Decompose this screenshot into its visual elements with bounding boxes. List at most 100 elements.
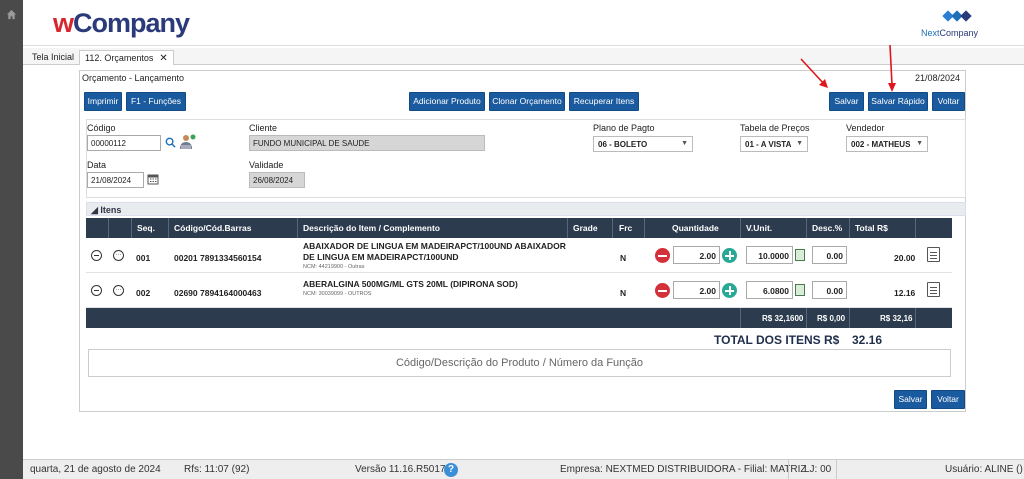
status-rfs: Rfs: 11:07 (92): [184, 464, 250, 475]
client-user-icon[interactable]: [178, 133, 196, 151]
imprimir-button[interactable]: Imprimir: [84, 92, 122, 111]
quantity-input[interactable]: 2.00: [673, 281, 720, 299]
app-header: wCompany NextCompany: [23, 0, 1024, 46]
tab-tela-inicial[interactable]: Tela Inicial: [27, 50, 79, 65]
tab-bar: Tela Inicial 112. Orçamentos ✕: [23, 48, 1024, 65]
home-icon[interactable]: [6, 9, 17, 20]
row-seq: 001: [136, 253, 151, 263]
desc-pct-input[interactable]: 0.00: [812, 246, 847, 264]
decrease-qty-button[interactable]: [655, 248, 670, 263]
help-icon[interactable]: ?: [444, 463, 458, 477]
vendedor-label: Vendedor: [846, 123, 885, 133]
col-grade: Grade: [573, 223, 598, 233]
totals-desc: R$ 0,00: [817, 314, 846, 323]
calculator-icon[interactable]: [795, 284, 805, 296]
adicionar-produto-button[interactable]: Adicionar Produto: [409, 92, 485, 111]
row-total: 20.00: [894, 253, 916, 263]
vunit-input[interactable]: 10.0000: [746, 246, 793, 264]
row-codigo: 00201 7891334560154: [174, 253, 262, 263]
increase-qty-button[interactable]: [722, 248, 737, 263]
clonar-orcamento-button[interactable]: Clonar Orçamento: [489, 92, 565, 111]
codigo-input[interactable]: 00000112: [87, 135, 161, 151]
row-ncm: NCM: 30039099 - OUTROS: [303, 291, 372, 297]
status-versao: Versão 11.16.R5017: [355, 464, 446, 475]
col-frc: Frc: [619, 223, 633, 233]
desc-pct-input[interactable]: 0.00: [812, 281, 847, 299]
row-frc: N: [620, 253, 627, 263]
grid-header: Seq. Código/Cód.Barras Descrição do Item…: [86, 218, 952, 238]
salvar-bottom-button[interactable]: Salvar: [894, 390, 927, 409]
tabela-precos-select[interactable]: 01 - A VISTA ▼: [740, 136, 808, 152]
vunit-input[interactable]: 6.0800: [746, 281, 793, 299]
col-desc-pct: Desc.%: [812, 223, 843, 233]
salvar-rapido-button[interactable]: Salvar Rápido: [868, 92, 928, 111]
salvar-button[interactable]: Salvar: [829, 92, 864, 111]
validade-input[interactable]: 26/08/2024: [249, 172, 305, 188]
totals-total: R$ 32,16: [880, 314, 913, 323]
status-usuario: Usuário: ALINE (): [945, 464, 1023, 475]
table-row[interactable]: ··· 002 02690 7894164000463 ABERALGINA 5…: [86, 274, 952, 308]
left-sidebar: [0, 0, 23, 479]
row-codigo: 02690 7894164000463: [174, 288, 262, 298]
chevron-down-icon: ▼: [681, 140, 688, 147]
chevron-down-icon: ▼: [916, 140, 923, 147]
close-tab-icon[interactable]: ✕: [159, 53, 167, 64]
more-options-icon[interactable]: ···: [113, 285, 124, 296]
recuperar-itens-button[interactable]: Recuperar Itens: [569, 92, 639, 111]
col-total: Total R$: [855, 223, 888, 233]
row-descricao: ABAIXADOR DE LINGUA EM MADEIRAPCT/100UND…: [303, 241, 566, 262]
more-options-icon[interactable]: ···: [113, 250, 124, 261]
orcamento-panel: Orçamento - Lançamento 21/08/2024 Imprim…: [79, 70, 966, 412]
plano-pagto-label: Plano de Pagto: [593, 123, 655, 133]
chevron-down-icon: ▼: [796, 140, 803, 147]
itens-section-header[interactable]: ◢ Itens: [86, 202, 966, 216]
note-icon[interactable]: [927, 247, 940, 262]
total-itens-value: 32.16: [852, 333, 883, 347]
search-icon[interactable]: [165, 137, 176, 148]
status-bar: quarta, 21 de agosto de 2024 Rfs: 11:07 …: [23, 459, 1024, 479]
decrease-qty-button[interactable]: [655, 283, 670, 298]
voltar-button[interactable]: Voltar: [932, 92, 965, 111]
table-row[interactable]: ··· 001 00201 7891334560154 ABAIXADOR DE…: [86, 238, 952, 273]
tabela-precos-label: Tabela de Preços: [740, 123, 810, 133]
panel-date: 21/08/2024: [914, 73, 960, 83]
col-codigo: Código/Cód.Barras: [174, 223, 252, 233]
increase-qty-button[interactable]: [722, 283, 737, 298]
row-descricao: ABERALGINA 500MG/ML GTS 20ML (DIPIRONA S…: [303, 279, 518, 289]
status-lj: LJ: 00: [804, 464, 832, 475]
codigo-label: Código: [87, 123, 116, 133]
nextcompany-logo-icon: [942, 10, 972, 22]
row-seq: 002: [136, 288, 151, 298]
validade-label: Validade: [249, 160, 284, 170]
panel-title: Orçamento - Lançamento: [82, 73, 185, 83]
product-search-input[interactable]: Código/Descrição do Produto / Número da …: [88, 349, 951, 377]
calendar-icon[interactable]: [147, 173, 159, 185]
data-input[interactable]: 21/08/2024: [87, 172, 144, 188]
voltar-bottom-button[interactable]: Voltar: [931, 390, 965, 409]
col-seq: Seq.: [137, 223, 155, 233]
status-empresa: Empresa: NEXTMED DISTRIBUIDORA - Filial:…: [560, 464, 807, 475]
row-frc: N: [620, 288, 627, 298]
data-label: Data: [87, 160, 107, 170]
totals-bar: R$ 32,1600 R$ 0,00 R$ 32,16: [86, 308, 952, 328]
wcompany-logo: wCompany: [53, 8, 190, 38]
status-date: quarta, 21 de agosto de 2024: [30, 464, 161, 475]
cliente-input[interactable]: FUNDO MUNICIPAL DE SAUDE: [249, 135, 485, 151]
cliente-label: Cliente: [249, 123, 278, 133]
orcamento-form: Código 00000112 Cliente FUNDO MUNICIPAL …: [86, 119, 966, 198]
tab-orcamentos[interactable]: 112. Orçamentos ✕: [79, 50, 174, 65]
col-descricao: Descrição do Item / Complemento: [303, 223, 440, 233]
calculator-icon[interactable]: [795, 249, 805, 261]
funcoes-button[interactable]: F1 - Funções: [126, 92, 186, 111]
nextcompany-logo: NextCompany: [921, 7, 991, 41]
vendedor-select[interactable]: 002 - MATHEUS ▼: [846, 136, 928, 152]
totals-vunit: R$ 32,1600: [762, 314, 804, 323]
row-total: 12.16: [894, 288, 916, 298]
col-vunit: V.Unit.: [746, 223, 773, 233]
quantity-input[interactable]: 2.00: [673, 246, 720, 264]
plano-pagto-select[interactable]: 06 - BOLETO ▼: [593, 136, 693, 152]
row-ncm: NCM: 44219900 - Outras: [303, 264, 365, 270]
note-icon[interactable]: [927, 282, 940, 297]
remove-item-icon[interactable]: [91, 250, 102, 261]
remove-item-icon[interactable]: [91, 285, 102, 296]
